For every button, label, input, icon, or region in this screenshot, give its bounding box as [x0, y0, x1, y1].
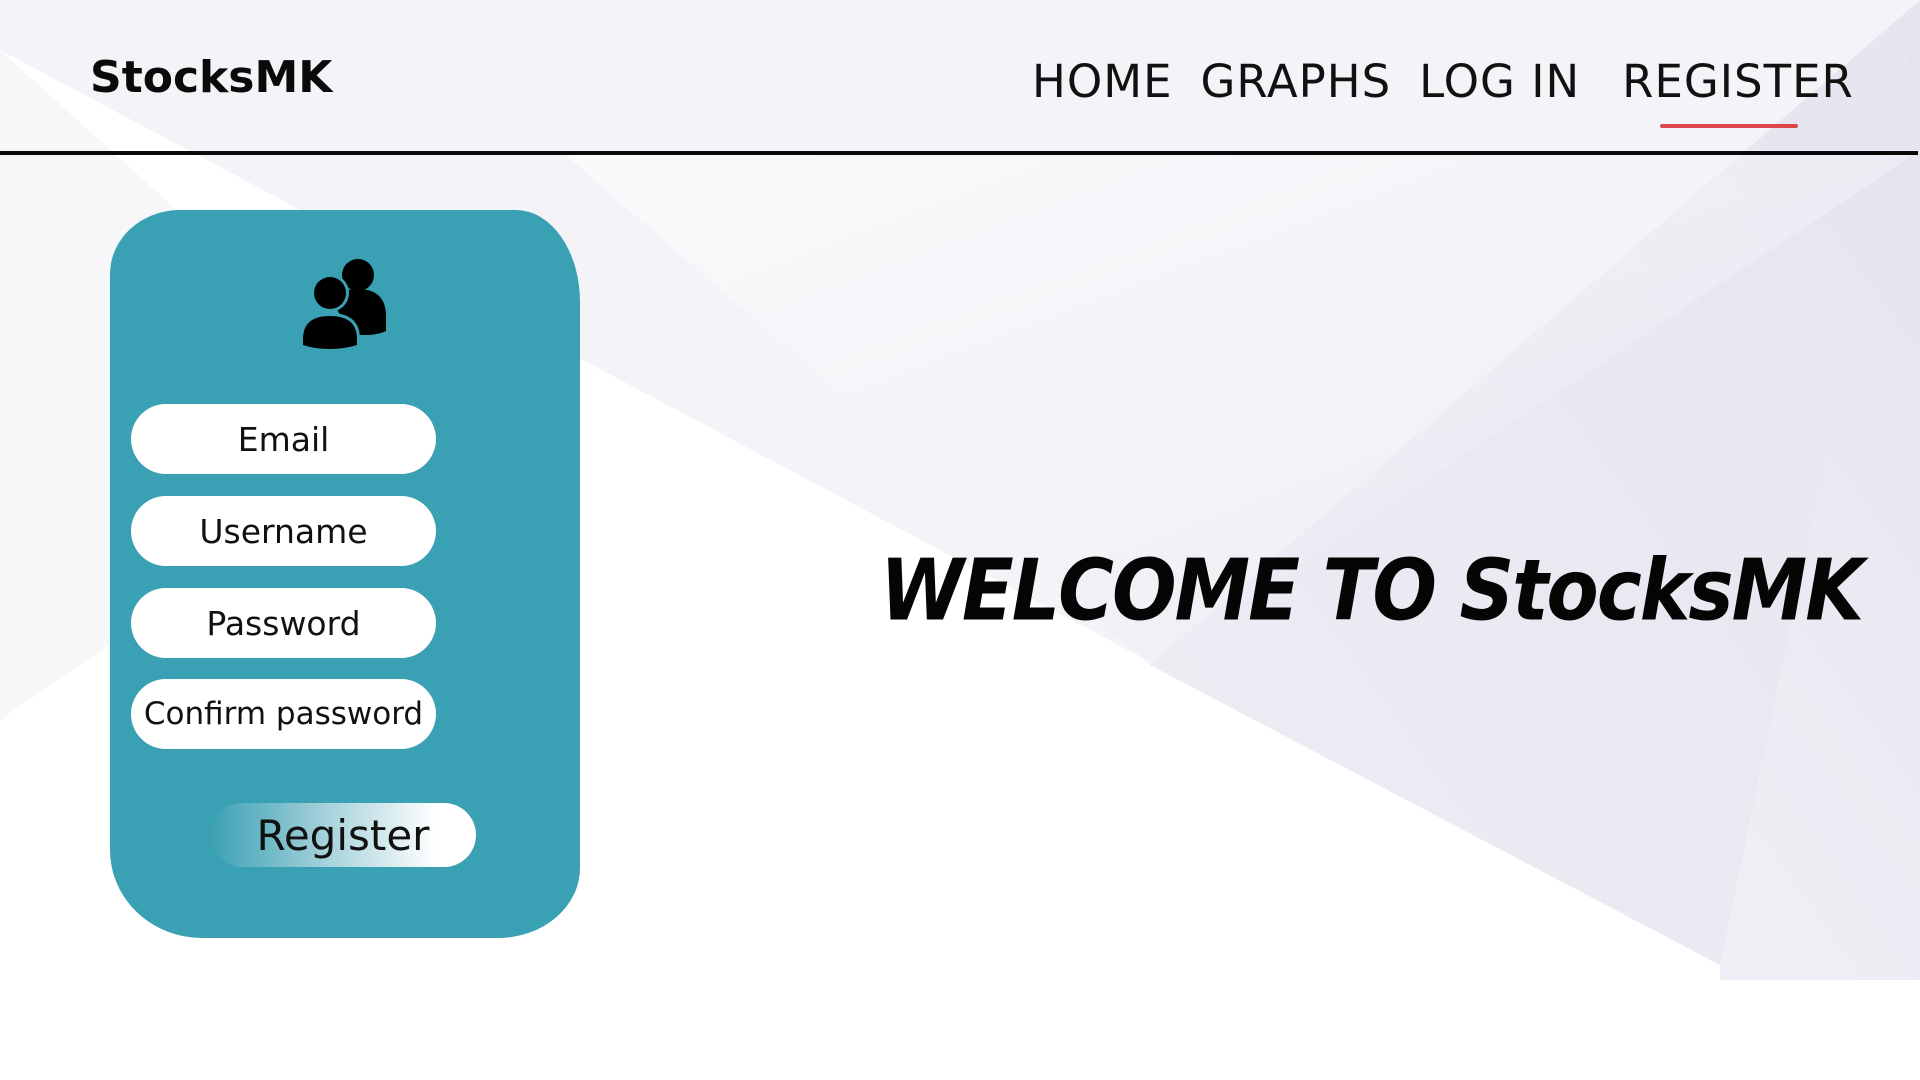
nav-home-link[interactable]: HOME [1032, 52, 1173, 112]
username-field[interactable]: Username [131, 496, 436, 566]
register-card: Email Username Password Confirm password… [110, 210, 580, 938]
nav-graphs-link[interactable]: GRAPHS [1201, 52, 1392, 112]
nav-login-link[interactable]: LOG IN [1419, 52, 1580, 112]
users-icon [300, 259, 386, 351]
nav-register-link[interactable]: REGISTER [1622, 52, 1854, 128]
password-field[interactable]: Password [131, 588, 436, 658]
header-divider [0, 151, 1918, 155]
register-page: StocksMK HOME GRAPHS LOG IN REGISTER Ema… [0, 0, 1920, 1080]
welcome-heading: WELCOME TO StocksMK [880, 540, 1864, 640]
confirm-password-field[interactable]: Confirm password [131, 679, 436, 749]
active-nav-indicator [1660, 124, 1799, 128]
register-button[interactable]: Register [210, 803, 476, 867]
main-nav: HOME GRAPHS LOG IN REGISTER [1032, 52, 1854, 128]
nav-register-label: REGISTER [1622, 55, 1854, 108]
brand-logo[interactable]: StocksMK [90, 52, 332, 103]
email-field[interactable]: Email [131, 404, 436, 474]
top-header: StocksMK HOME GRAPHS LOG IN REGISTER [0, 0, 1920, 155]
